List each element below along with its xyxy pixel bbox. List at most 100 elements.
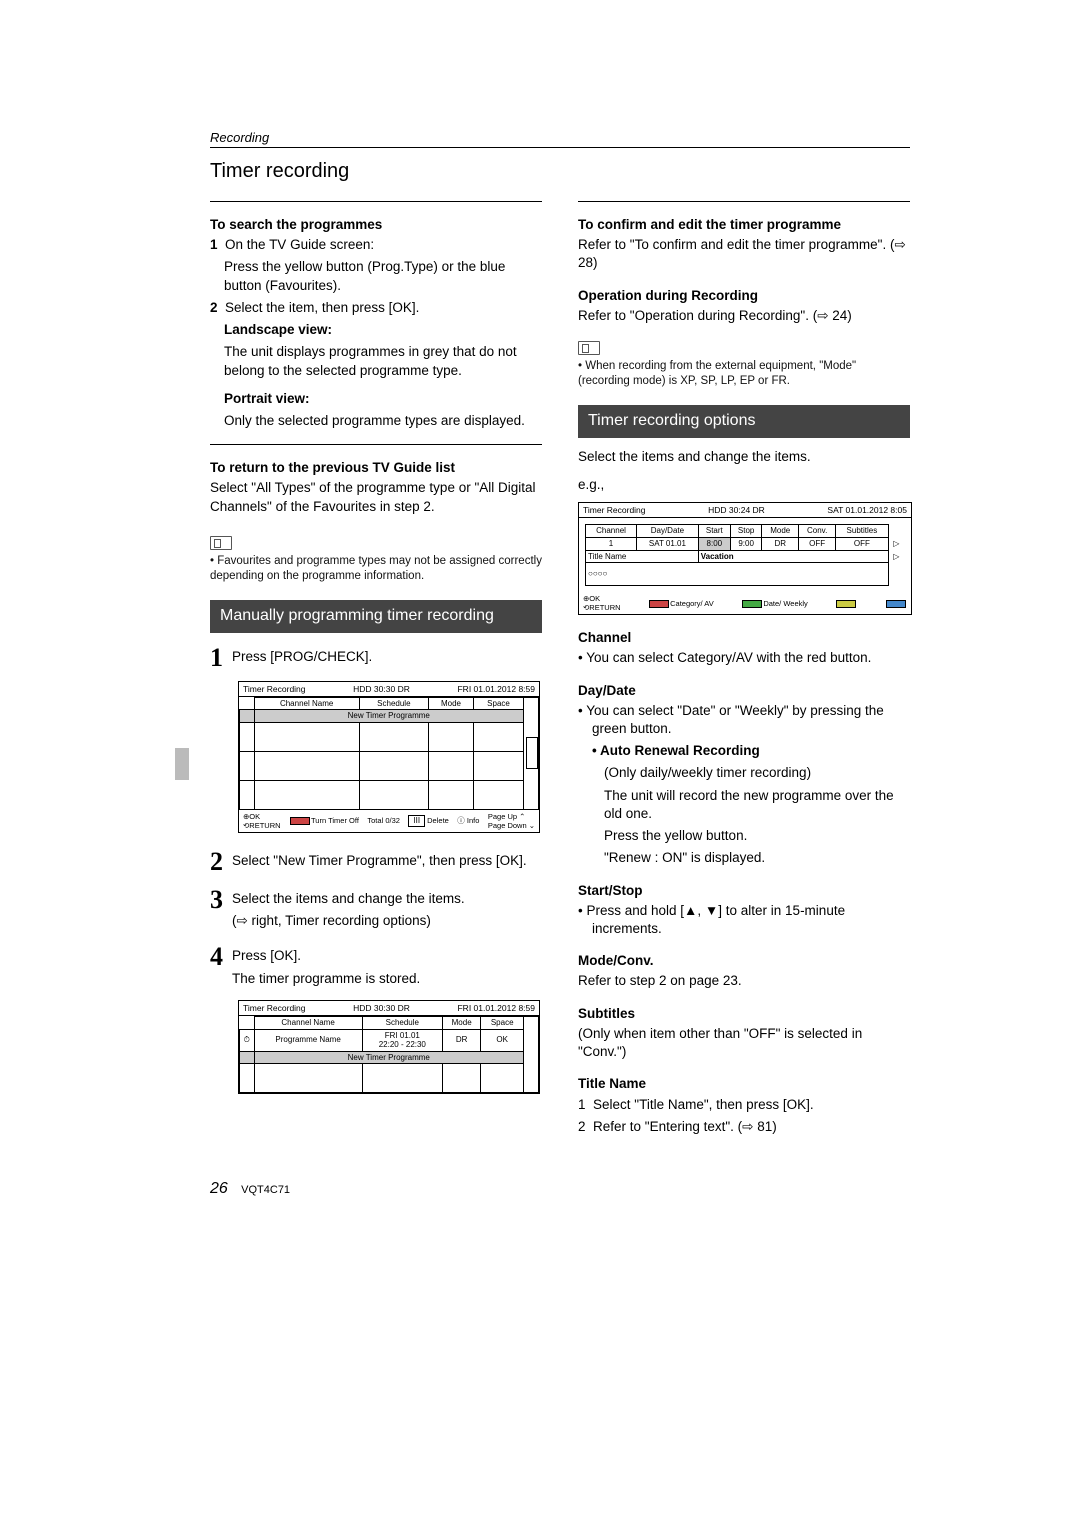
example-label: e.g., — [578, 476, 910, 494]
osd-date: FRI 01.01.2012 8:59 — [457, 684, 535, 694]
page-number: 26 — [210, 1180, 228, 1197]
heading-titlename: Title Name — [578, 1075, 910, 1093]
heading-modeconv: Mode/Conv. — [578, 952, 910, 970]
search-step-2: 2 Select the item, then press [OK]. — [210, 299, 542, 317]
daydate-text: • You can select "Date" or "Weekly" by p… — [578, 702, 910, 738]
osd-hdd: HDD 30:30 DR — [353, 1003, 410, 1013]
portrait-view-text: Only the selected programme types are di… — [210, 412, 542, 430]
auto-a: (Only daily/weekly timer recording) — [578, 764, 910, 782]
new-timer-row: New Timer Programme — [254, 710, 524, 723]
step4-text-a: Press [OK]. — [232, 947, 542, 965]
step3-text-b: (⇨ right, Timer recording options) — [232, 912, 542, 930]
landscape-view-text: The unit displays programmes in grey tha… — [210, 343, 542, 379]
step-text: On the TV Guide screen: — [225, 237, 374, 252]
page-footer: 26 VQT4C71 — [210, 1180, 910, 1198]
chevron-right-icon: ▷ — [888, 550, 904, 563]
val-start: 8:00 — [698, 537, 730, 550]
osd-ok-return: ⊕OK⟲RETURN — [583, 594, 621, 612]
portrait-view-heading: Portrait view: — [210, 390, 542, 408]
osd-turn-off: Turn Timer Off — [311, 816, 359, 825]
note-icon — [578, 341, 600, 355]
val-mode: DR — [762, 537, 799, 550]
col-mode: Mode — [442, 1016, 480, 1029]
osd-timer-options: Timer Recording HDD 30:24 DR SAT 01.01.2… — [578, 502, 912, 615]
col-space: Space — [481, 1016, 524, 1029]
title-name-label: Title Name — [586, 550, 699, 563]
osd-date: SAT 01.01.2012 8:05 — [827, 505, 907, 515]
row-channel: Programme Name — [254, 1029, 362, 1051]
heading-return-guide: To return to the previous TV Guide list — [210, 459, 542, 477]
heading-startstop: Start/Stop — [578, 882, 910, 900]
big-step-4: 4 — [210, 942, 232, 972]
osd-delete: Delete — [427, 816, 449, 825]
step-number: 2 — [210, 300, 218, 315]
osd-date-weekly: Date/ Weekly — [763, 599, 807, 608]
col-channel: Channel — [586, 525, 637, 538]
big-step-3: 3 — [210, 885, 232, 915]
col-channel: Channel Name — [254, 697, 359, 710]
osd-paging: Page Up ⌃Page Down ⌄ — [488, 812, 535, 830]
subtitles-text: (Only when item other than "OFF" is sele… — [578, 1025, 910, 1061]
search-step-1: 1 On the TV Guide screen: — [210, 236, 542, 254]
heading-operation-recording: Operation during Recording — [578, 287, 910, 305]
note-content: When recording from the external equipme… — [578, 360, 856, 387]
val-stop: 9:00 — [730, 537, 761, 550]
osd-total: Total 0/32 — [367, 816, 400, 825]
doc-code: VQT4C71 — [241, 1184, 290, 1196]
row-mode: DR — [442, 1029, 480, 1051]
osd-timer-recording-empty: Timer Recording HDD 30:30 DR FRI 01.01.2… — [238, 681, 540, 833]
osd-timer-recording-stored: Timer Recording HDD 30:30 DR FRI 01.01.2… — [238, 1000, 540, 1095]
col-schedule: Schedule — [359, 697, 428, 710]
note-text: Favourites and programme types may not b… — [210, 554, 542, 584]
heading-search-programmes: To search the programmes — [210, 216, 542, 234]
osd-info: Info — [467, 816, 480, 825]
landscape-view-heading: Landscape view: — [210, 321, 542, 339]
titlename-step2: 2 Refer to "Entering text". (⇨ 81) — [578, 1118, 910, 1136]
osd-title: Timer Recording — [243, 1003, 306, 1013]
title-name-value: Vacation — [698, 550, 888, 563]
auto-c: Press the yellow button. — [578, 827, 910, 845]
scrollbar-icon — [526, 737, 538, 769]
note-content: Favourites and programme types may not b… — [210, 555, 542, 582]
heading-channel: Channel — [578, 629, 910, 647]
operation-recording-text: Refer to "Operation during Recording". (… — [578, 307, 910, 325]
osd-category: Category/ AV — [670, 599, 714, 608]
auto-b: The unit will record the new programme o… — [578, 787, 910, 823]
osd-title: Timer Recording — [243, 684, 306, 694]
note-text: When recording from the external equipme… — [578, 359, 910, 389]
confirm-edit-text: Refer to "To confirm and edit the timer … — [578, 236, 910, 272]
heading-timer-options: Timer recording options — [578, 405, 910, 438]
startstop-text: • Press and hold [▲, ▼] to alter in 15-m… — [578, 902, 910, 938]
step-text: Select the item, then press [OK]. — [225, 300, 419, 315]
options-intro: Select the items and change the items. — [578, 448, 910, 466]
heading-subtitles: Subtitles — [578, 1005, 910, 1023]
heading-daydate: Day/Date — [578, 682, 910, 700]
return-guide-text: Select "All Types" of the programme type… — [210, 479, 542, 515]
step3-text-a: Select the items and change the items. — [232, 890, 542, 908]
col-space: Space — [474, 697, 524, 710]
big-step-2: 2 — [210, 847, 232, 877]
clock-icon: ⏱ — [240, 1029, 255, 1051]
row-space: OK — [481, 1029, 524, 1051]
step2-text: Select "New Timer Programme", then press… — [232, 852, 542, 870]
modeconv-text: Refer to step 2 on page 23. — [578, 972, 910, 990]
heading-confirm-edit: To confirm and edit the timer programme — [578, 216, 910, 234]
val-channel: 1 — [586, 537, 637, 550]
col-mode: Mode — [428, 697, 473, 710]
titlename-step1: 1 Select "Title Name", then press [OK]. — [578, 1096, 910, 1114]
new-timer-row: New Timer Programme — [254, 1051, 524, 1064]
side-tab — [175, 748, 189, 780]
auto-d: "Renew : ON" is displayed. — [578, 849, 910, 867]
big-step-1: 1 — [210, 643, 232, 673]
heading-manual-programming: Manually programming timer recording — [210, 600, 542, 633]
col-conv: Conv. — [799, 525, 836, 538]
search-step-1b: Press the yellow button (Prog.Type) or t… — [210, 258, 542, 294]
val-subtitles: OFF — [836, 537, 888, 550]
col-schedule: Schedule — [362, 1016, 442, 1029]
col-subtitles: Subtitles — [836, 525, 888, 538]
osd-hdd: HDD 30:30 DR — [353, 684, 410, 694]
col-stop: Stop — [730, 525, 761, 538]
note-icon — [210, 536, 232, 550]
preview-row: ○○○○ — [586, 563, 889, 586]
osd-ok-return: ⊕OK⟲RETURN — [243, 812, 281, 830]
